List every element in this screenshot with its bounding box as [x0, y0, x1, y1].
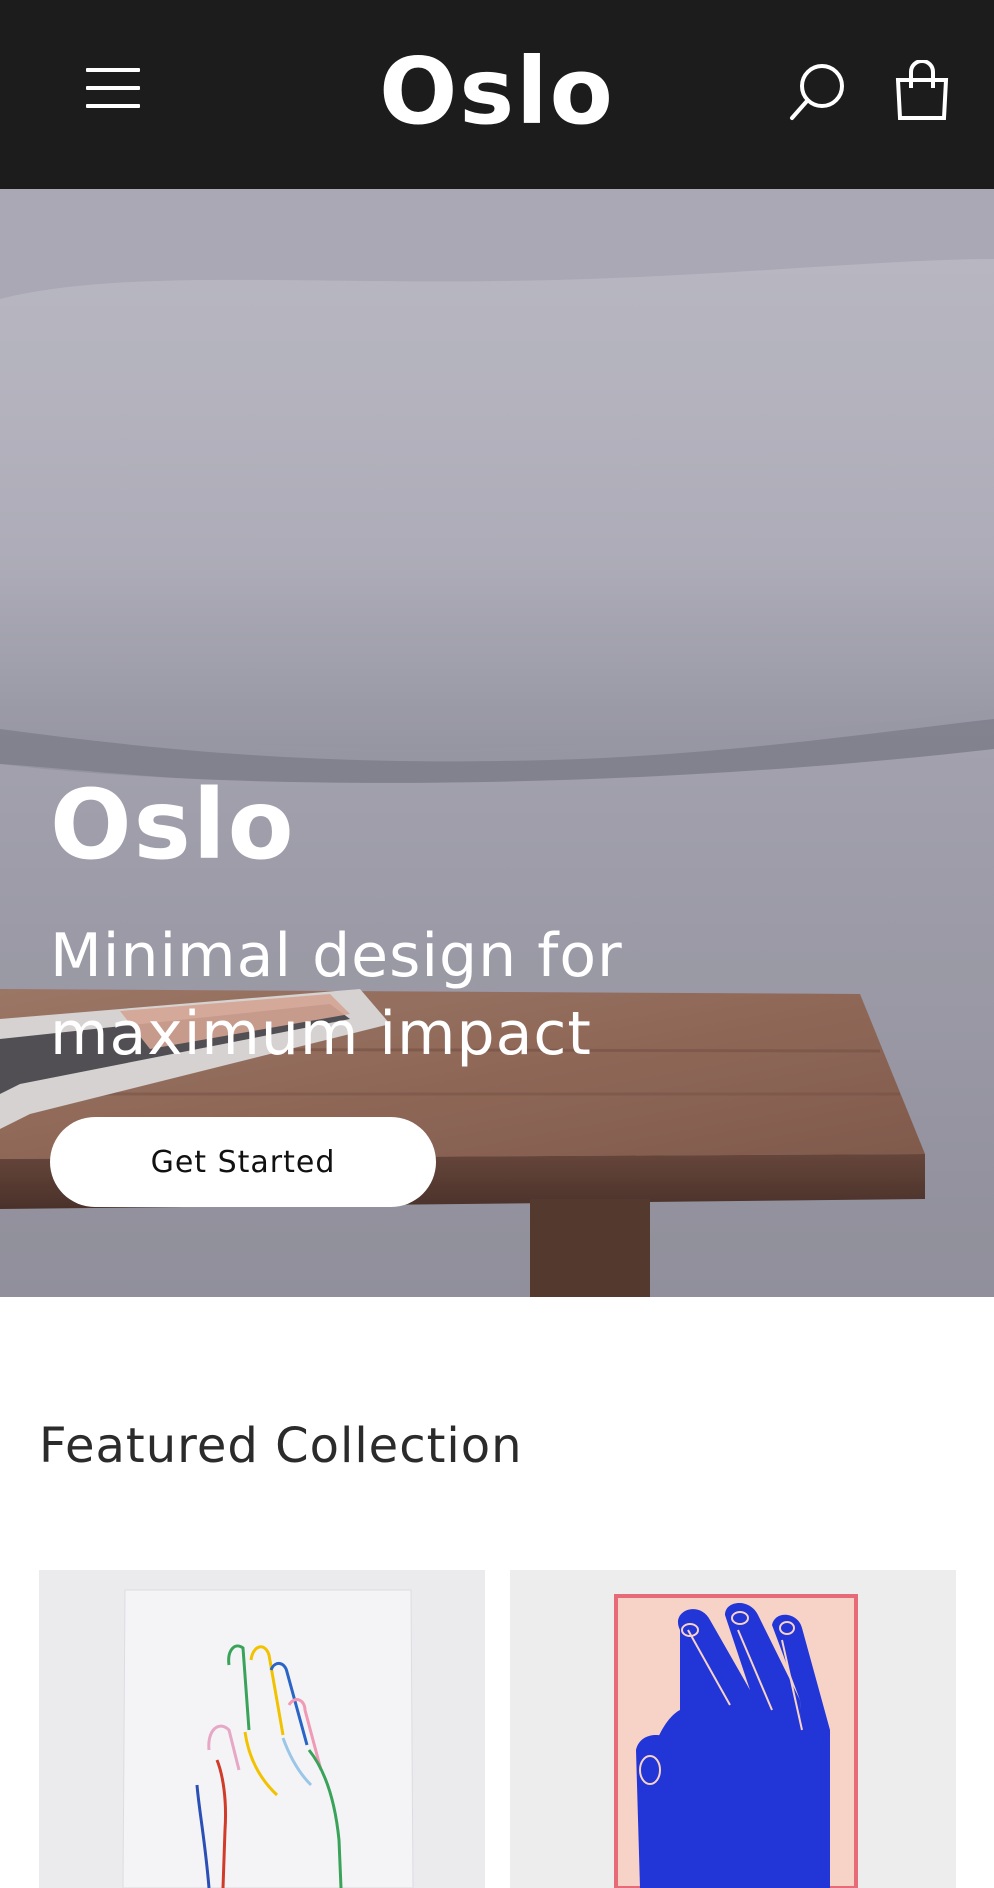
blue-hands-framed-print-image: [510, 1570, 956, 1888]
featured-collection-title: Featured Collection: [39, 1418, 523, 1474]
page: Oslo Oslo Minimal design for maximum imp…: [0, 0, 994, 1888]
shopping-bag-icon[interactable]: [894, 59, 950, 122]
hand-line-art-print-image: [39, 1570, 485, 1888]
product-card-1[interactable]: [39, 1570, 485, 1888]
hero-title: Oslo: [50, 769, 296, 881]
site-header: Oslo: [0, 0, 994, 189]
get-started-button[interactable]: Get Started: [50, 1117, 436, 1207]
site-logo[interactable]: Oslo: [297, 46, 697, 138]
search-icon[interactable]: [786, 62, 846, 122]
hero-subtitle: Minimal design for maximum impact: [50, 921, 623, 1069]
product-card-2[interactable]: [510, 1570, 956, 1888]
hero-banner: Oslo Minimal design for maximum impact G…: [0, 189, 994, 1297]
hamburger-menu-icon[interactable]: [86, 66, 142, 110]
